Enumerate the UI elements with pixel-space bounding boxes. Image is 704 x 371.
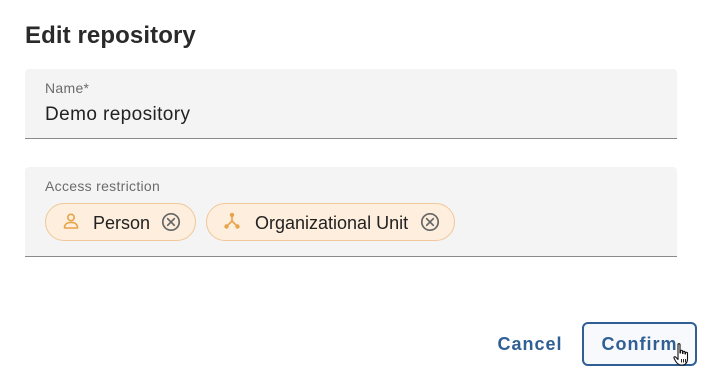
person-icon [62,212,80,230]
access-restriction-label: Access restriction [45,178,161,194]
name-input[interactable] [45,104,645,126]
access-restriction-field[interactable]: Access restriction Person Organizational… [25,167,677,257]
edit-repository-dialog: Edit repository Name* Access restriction… [0,0,704,371]
remove-person-chip-icon[interactable] [161,212,181,232]
name-field-label: Name* [45,80,90,96]
org-unit-icon [223,212,241,230]
cancel-button[interactable]: Cancel [487,322,573,366]
confirm-button[interactable]: Confirm [582,322,697,366]
name-field[interactable]: Name* [25,69,677,139]
remove-organizational-unit-chip-icon[interactable] [420,212,440,232]
chip-person[interactable]: Person [45,203,196,241]
chip-organizational-unit-label: Organizational Unit [255,213,409,233]
dialog-title: Edit repository [25,22,196,49]
chip-organizational-unit[interactable]: Organizational Unit [206,203,455,241]
chip-person-label: Person [93,213,151,233]
